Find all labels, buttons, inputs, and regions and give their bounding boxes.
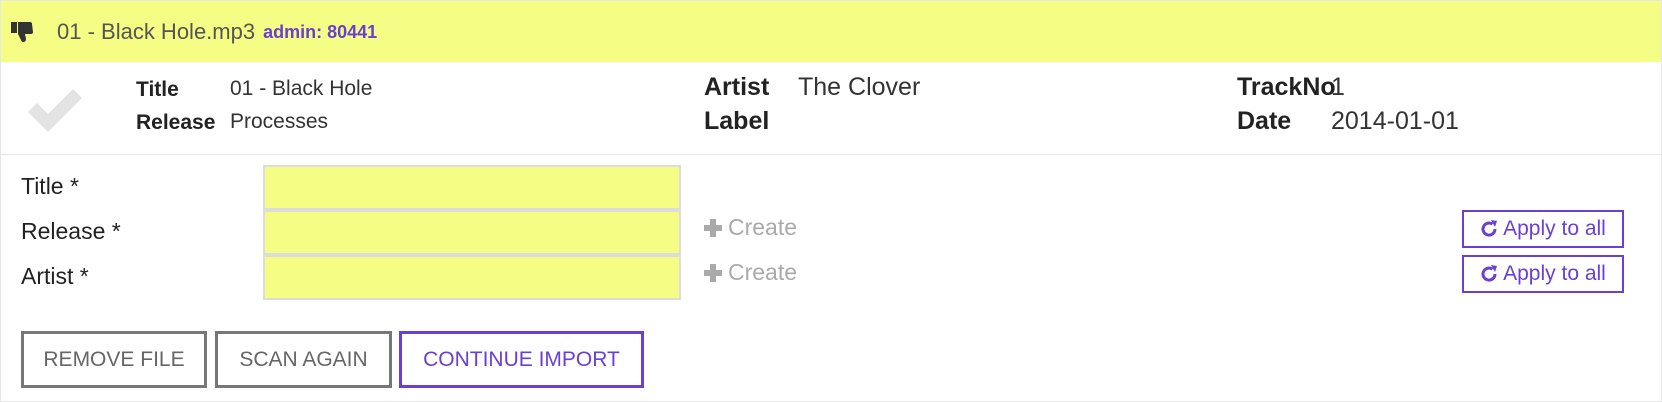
- create-release-label: Create: [728, 214, 798, 240]
- redo-icon: [1481, 220, 1498, 237]
- meta-release-key: Release: [136, 111, 216, 134]
- meta-release-value: Processes: [230, 110, 329, 133]
- release-field-label: Release *: [21, 218, 121, 244]
- plus-icon: [704, 218, 722, 237]
- meta-title-value: 01 - Black Hole: [230, 77, 373, 100]
- meta-date-value: 2014-01-01: [1331, 107, 1459, 135]
- meta-trackno-value: 1: [1331, 73, 1345, 101]
- meta-title-key: Title: [136, 78, 179, 101]
- plus-icon: [704, 263, 722, 282]
- thumbs-down-icon[interactable]: [11, 21, 35, 43]
- apply-artist-to-all-button[interactable]: Apply to all: [1462, 255, 1624, 293]
- meta-label-key: Label: [704, 107, 770, 135]
- file-owner: admin: 80441: [263, 22, 378, 42]
- import-form: Title * Release * Create Apply to all Ar…: [1, 155, 1661, 400]
- file-metadata: Title 01 - Black Hole Release Processes …: [1, 62, 1661, 155]
- file-name: 01 - Black Hole.mp3: [57, 18, 256, 44]
- scan-again-button[interactable]: SCAN AGAIN: [215, 331, 392, 388]
- release-input[interactable]: [263, 210, 681, 255]
- file-header: 01 - Black Hole.mp3 admin: 80441: [1, 1, 1661, 62]
- create-release-button[interactable]: Create: [704, 214, 797, 241]
- artist-field-label: Artist *: [21, 263, 89, 289]
- remove-file-button[interactable]: REMOVE FILE: [21, 331, 207, 388]
- meta-artist-key: Artist: [704, 73, 770, 101]
- apply-artist-label: Apply to all: [1503, 262, 1606, 285]
- meta-trackno-key: TrackNo: [1237, 73, 1336, 101]
- meta-artist-value: The Clover: [798, 73, 921, 101]
- check-icon: [28, 89, 82, 132]
- create-artist-button[interactable]: Create: [704, 259, 797, 286]
- redo-icon: [1481, 265, 1498, 282]
- meta-date-key: Date: [1237, 107, 1292, 135]
- continue-import-button[interactable]: CONTINUE IMPORT: [399, 331, 644, 388]
- import-file-panel: 01 - Black Hole.mp3 admin: 80441 Title 0…: [0, 0, 1662, 402]
- apply-release-to-all-button[interactable]: Apply to all: [1462, 210, 1624, 248]
- title-input[interactable]: [263, 165, 681, 210]
- create-artist-label: Create: [728, 259, 798, 285]
- title-field-label: Title *: [21, 173, 79, 199]
- artist-input[interactable]: [263, 255, 681, 300]
- apply-release-label: Apply to all: [1503, 217, 1606, 240]
